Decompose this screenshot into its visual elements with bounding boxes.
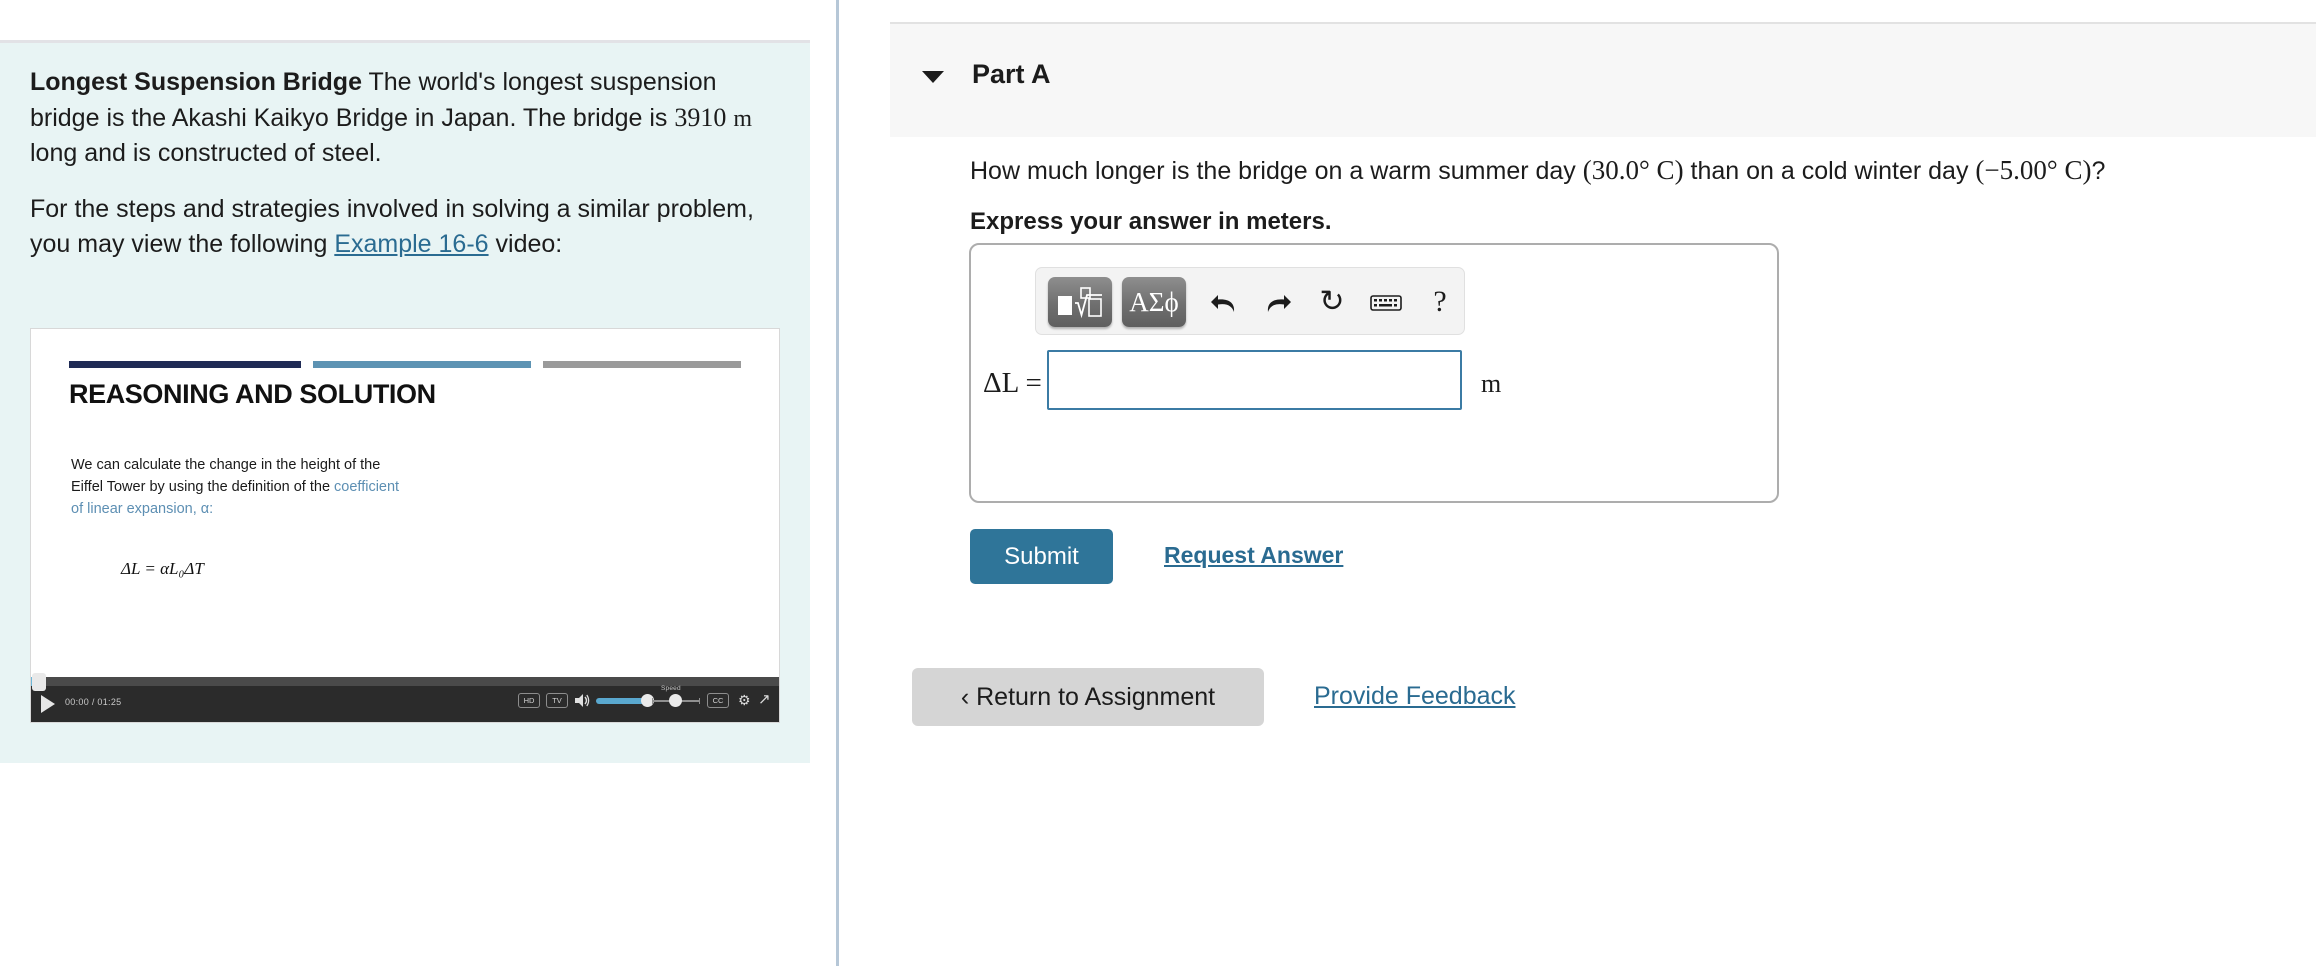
speed-tick-min [652, 698, 653, 704]
math-template-button[interactable] [1048, 277, 1112, 327]
problem-statement-part2: long and is constructed of steel. [30, 138, 382, 167]
cold-temperature-value: (−5.00° C) [1975, 155, 2092, 185]
rule-segment-dark [69, 361, 301, 368]
problem-pane: Longest Suspension Bridge The world's lo… [0, 0, 810, 966]
video-control-bar[interactable]: 00:00 / 01:25 HD TV Speed CC ⚙ ↗ [31, 673, 779, 722]
instructions-suffix: video: [488, 229, 563, 258]
problem-instructions-paragraph: For the steps and strategies involved in… [30, 192, 780, 261]
gear-icon[interactable]: ⚙ [738, 693, 751, 707]
reset-icon[interactable]: ↻ [1308, 277, 1356, 327]
problem-statement-paragraph: Longest Suspension Bridge The world's lo… [30, 65, 780, 170]
rule-segment-gray [543, 361, 741, 368]
redo-icon[interactable] [1254, 277, 1302, 327]
part-a-header[interactable]: Part A [890, 22, 2316, 137]
answer-input[interactable] [1047, 350, 1462, 410]
question-middle: than on a cold winter day [1683, 157, 1976, 185]
greek-symbols-icon: ΑΣϕ [1129, 287, 1179, 317]
slide-equation: ΔL = αL₀ΔT [121, 559, 204, 578]
problem-title: Longest Suspension Bridge [30, 68, 362, 96]
bridge-length-unit: m [733, 105, 752, 132]
example-video-player[interactable]: REASONING AND SOLUTION We can calculate … [30, 328, 780, 723]
request-answer-link[interactable]: Request Answer [1164, 542, 1343, 569]
slide-body-text: We can calculate the change in the heigh… [71, 454, 401, 520]
rule-segment-blue [313, 361, 531, 368]
speaker-icon[interactable] [574, 693, 590, 708]
question-prefix: How much longer is the bridge on a warm … [970, 157, 1583, 185]
video-scrubber-handle[interactable] [32, 673, 46, 691]
submit-button[interactable]: Submit [970, 529, 1113, 584]
math-template-icon [1048, 277, 1112, 327]
column-divider [836, 0, 839, 966]
example-video-link[interactable]: Example 16-6 [334, 230, 488, 258]
return-to-assignment-button[interactable]: ‹ Return to Assignment [912, 668, 1264, 726]
slide-title: REASONING AND SOLUTION [69, 379, 436, 409]
answer-unit-label: m [1481, 369, 1502, 398]
speed-tick-max [699, 698, 700, 704]
page-title: Part A [972, 59, 1051, 89]
speed-slider-label: Speed [661, 685, 681, 692]
speed-slider-handle[interactable] [669, 694, 682, 707]
answer-variable-label: ΔL = [983, 367, 1042, 399]
part-a-pane: Part A How much longer is the bridge on … [890, 0, 2316, 966]
math-input-toolbar: ΑΣϕ ↻ ? [1035, 267, 1465, 335]
warm-temperature-value: (30.0° C) [1582, 155, 1684, 185]
question-suffix: ? [2091, 157, 2106, 185]
problem-text-wrapper: Longest Suspension Bridge The world's lo… [0, 43, 810, 261]
bridge-length-value: 3910 [674, 102, 727, 132]
answer-instruction: Express your answer in meters. [970, 208, 1332, 235]
play-icon[interactable] [41, 695, 55, 713]
closed-caption-icon[interactable]: CC [707, 693, 729, 708]
fullscreen-icon[interactable]: ↗ [758, 692, 771, 707]
video-slide-frame: REASONING AND SOLUTION We can calculate … [31, 329, 779, 679]
video-time-display: 00:00 / 01:25 [65, 697, 122, 707]
greek-symbols-button[interactable]: ΑΣϕ [1122, 277, 1186, 327]
chevron-down-icon[interactable] [922, 71, 944, 83]
help-icon[interactable]: ? [1416, 277, 1464, 327]
slide-rule-decoration [69, 361, 741, 368]
answer-entry-container: ΑΣϕ ↻ ? ΔL = m [969, 243, 1779, 503]
keyboard-icon[interactable] [1362, 277, 1410, 327]
undo-icon[interactable] [1200, 277, 1248, 327]
question-text: How much longer is the bridge on a warm … [970, 155, 2105, 186]
slide-body-part2: , α: [192, 501, 214, 518]
provide-feedback-link[interactable]: Provide Feedback [1314, 682, 1516, 711]
tv-mode-icon[interactable]: TV [546, 693, 568, 708]
hd-quality-icon[interactable]: HD [518, 693, 540, 708]
